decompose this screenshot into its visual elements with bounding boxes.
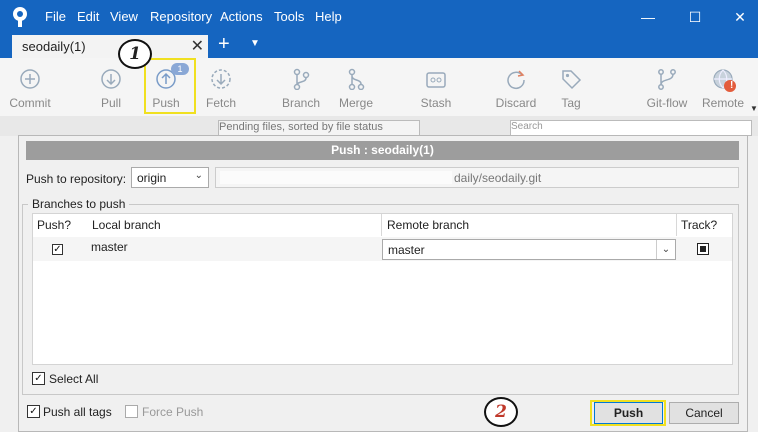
tag-icon [562, 70, 582, 90]
commit-icon [20, 69, 40, 89]
toolbar: Commit Pull Push Fetch Branch Merge Stas… [0, 58, 758, 117]
merge-button[interactable]: Merge [326, 58, 386, 116]
row-push-checkbox[interactable]: ✓ [52, 244, 63, 255]
tab-menu-chevron-icon[interactable]: ▼ [250, 38, 260, 49]
select-all-label: Select All [49, 372, 99, 386]
remote-branch-value: master [388, 243, 425, 257]
branches-table [32, 213, 733, 365]
remote-select-value: origin [137, 171, 167, 185]
step-1-annotation: 1 [118, 39, 152, 69]
toolbar-overflow-chevron-icon[interactable]: ▼ [750, 104, 758, 113]
column-separator [381, 214, 382, 236]
dialog-title: Push : seodaily(1) [26, 141, 739, 160]
remote-select[interactable]: origin ⌄ [131, 167, 209, 188]
merge-icon [348, 68, 365, 90]
remote-button[interactable]: ! Remote [693, 58, 753, 116]
column-header-push: Push? [37, 218, 72, 232]
column-header-remote-branch: Remote branch [387, 218, 470, 232]
remote-branch-select[interactable]: master ⌄ [382, 239, 676, 260]
new-tab-button[interactable]: + [218, 33, 230, 56]
tab-close-icon[interactable]: ✕ [191, 36, 204, 56]
file-sort-dropdown[interactable]: Pending files, sorted by file status [218, 120, 420, 136]
pull-label: Pull [100, 96, 121, 110]
branches-legend: Branches to push [28, 197, 130, 211]
menu-view[interactable]: View [110, 9, 138, 24]
menu-tools[interactable]: Tools [274, 9, 304, 24]
gitflow-label: Git-flow [646, 96, 688, 110]
menu-repository[interactable]: Repository [150, 9, 212, 24]
force-push-label: Force Push [142, 405, 204, 419]
column-header-local-branch: Local branch [92, 218, 161, 232]
gitflow-button[interactable]: Git-flow [637, 58, 697, 116]
fetch-button[interactable]: Fetch [191, 58, 251, 116]
pull-icon [101, 69, 121, 89]
push-confirm-button[interactable]: Push [594, 402, 663, 424]
remote-alert-icon: ! [730, 80, 734, 91]
push-all-tags-label: Push all tags [43, 405, 112, 419]
globe-icon [713, 69, 736, 92]
search-input[interactable]: Search [510, 120, 752, 136]
push-all-tags-checkbox[interactable]: ✓ [27, 405, 40, 418]
maximize-button[interactable]: ☐ [675, 4, 715, 30]
branch-button[interactable]: Branch [271, 58, 331, 116]
fetch-label: Fetch [205, 96, 236, 110]
redacted-url-part [220, 171, 452, 184]
tab-seodaily[interactable]: seodaily(1) ✕ [12, 35, 208, 58]
sourcetree-logo-icon [13, 7, 27, 27]
remote-label: Remote [701, 96, 745, 110]
chevron-down-icon: ⌄ [656, 240, 675, 259]
chevron-down-icon: ⌄ [194, 170, 203, 181]
fetch-icon [211, 69, 231, 89]
remote-url-field: daily/seodaily.git [215, 167, 739, 188]
merge-label: Merge [338, 96, 373, 110]
stash-icon [426, 72, 446, 88]
commit-button[interactable]: Commit [0, 58, 60, 116]
menu-actions[interactable]: Actions [220, 9, 263, 24]
discard-icon [507, 70, 525, 89]
tag-label: Tag [561, 96, 581, 110]
cancel-button[interactable]: Cancel [669, 402, 739, 424]
push-to-repository-label: Push to repository: [26, 172, 127, 186]
select-all-checkbox[interactable]: ✓ [32, 372, 45, 385]
tab-bar: seodaily(1) ✕ + ▼ [0, 33, 758, 58]
title-bar: File Edit View Repository Actions Tools … [0, 0, 758, 33]
gitflow-icon [658, 69, 676, 90]
force-push-checkbox[interactable] [125, 405, 138, 418]
column-header-track: Track? [681, 218, 718, 232]
step-2-annotation: 2 [484, 397, 518, 427]
commit-label: Commit [9, 96, 51, 110]
local-branch-cell: master [91, 240, 128, 254]
menu-file[interactable]: File [45, 9, 66, 24]
discard-label: Discard [495, 96, 537, 110]
discard-button[interactable]: Discard [486, 58, 546, 116]
track-checkbox[interactable] [697, 243, 709, 255]
tab-label: seodaily(1) [22, 39, 86, 54]
menu-edit[interactable]: Edit [77, 9, 99, 24]
menu-help[interactable]: Help [315, 9, 342, 24]
branch-icon [293, 68, 310, 90]
remote-url-value: daily/seodaily.git [454, 171, 542, 185]
branch-label: Branch [281, 96, 321, 110]
push-count-badge: 1 [171, 63, 189, 75]
minimize-button[interactable]: — [628, 4, 668, 30]
stash-label: Stash [420, 96, 452, 110]
stash-button[interactable]: Stash [406, 58, 466, 116]
column-separator [676, 214, 677, 236]
tag-button[interactable]: Tag [541, 58, 601, 116]
close-window-button[interactable]: ✕ [720, 4, 758, 30]
